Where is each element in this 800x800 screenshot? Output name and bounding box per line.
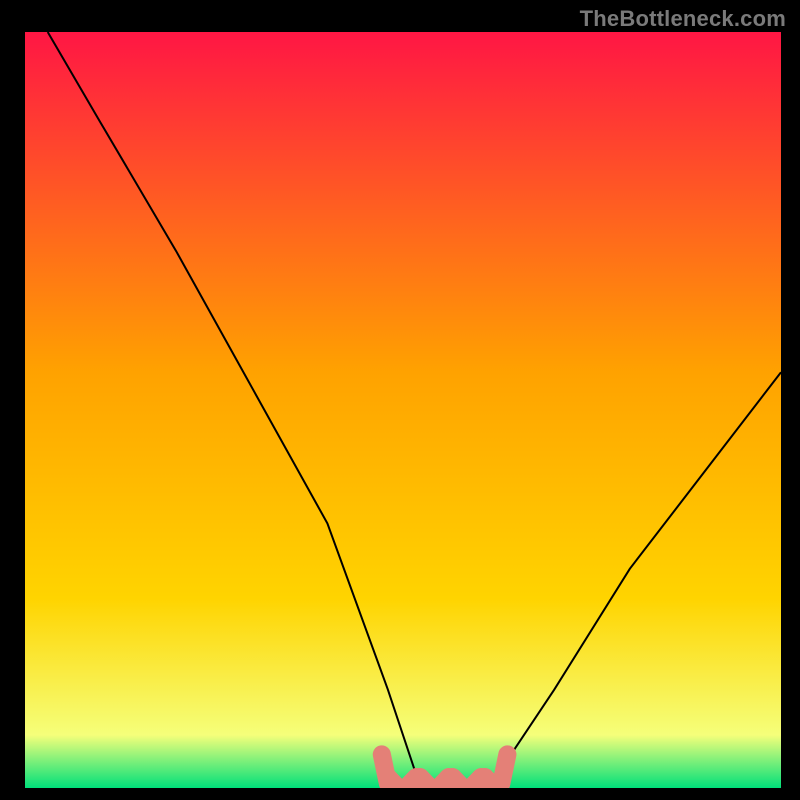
chart-frame: TheBottleneck.com (0, 0, 800, 800)
flat-band-end-tick (501, 754, 507, 783)
gradient-background (25, 32, 781, 788)
flat-band-end-tick (382, 754, 388, 783)
chart-svg (25, 32, 781, 788)
plot-area (25, 32, 781, 788)
watermark-text: TheBottleneck.com (580, 6, 786, 32)
